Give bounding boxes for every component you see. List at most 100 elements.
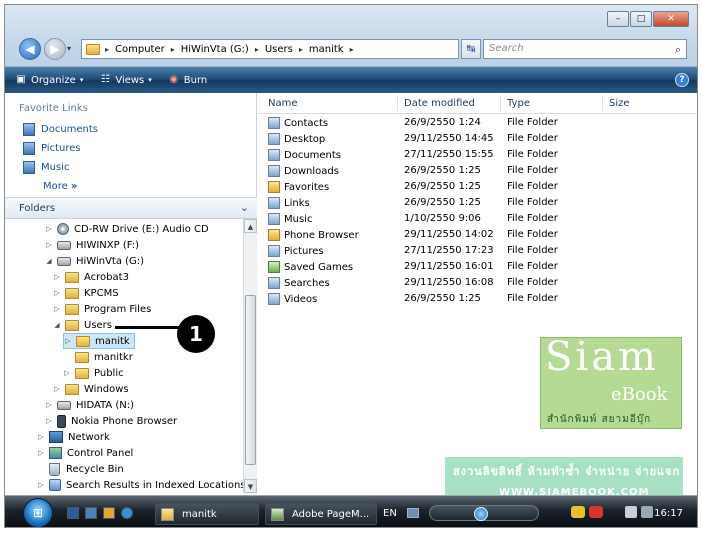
column-divider[interactable] <box>397 95 398 111</box>
tree-node-program-files[interactable]: ▷ Program Files <box>53 301 151 317</box>
favorite-documents[interactable]: Documents <box>23 123 98 136</box>
expand-icon[interactable]: ▷ <box>45 225 53 233</box>
minimize-button[interactable]: – <box>607 11 629 27</box>
scroll-thumb[interactable] <box>245 295 256 465</box>
tree-node-hiwinvta[interactable]: ◢ HiWinVta (G:) <box>45 253 144 269</box>
folder-icon <box>268 229 280 241</box>
favorite-music[interactable]: Music <box>23 161 69 174</box>
breadcrumb-computer[interactable]: Computer <box>115 44 165 55</box>
collapse-icon[interactable]: ◢ <box>53 321 61 329</box>
favorite-pictures[interactable]: Pictures <box>23 142 81 155</box>
file-row[interactable]: Phone Browser 29/11/2550 14:02 File Fold… <box>268 227 688 243</box>
videos-folder-icon <box>268 293 280 305</box>
folders-header[interactable]: Folders ⌄ <box>5 197 257 219</box>
expand-icon[interactable]: ▷ <box>53 273 61 281</box>
tree-node-acrobat3[interactable]: ▷ Acrobat3 <box>53 269 129 285</box>
file-row[interactable]: Links 26/9/2550 1:25 File Folder <box>268 195 688 211</box>
tree-node-nokia[interactable]: ▷ Nokia Phone Browser <box>45 413 177 429</box>
tree-node-network[interactable]: ▷ Network <box>37 429 110 445</box>
favorites-more-link[interactable]: More » <box>43 181 77 192</box>
expand-icon[interactable]: ▷ <box>37 449 45 457</box>
taskbar-item-explorer[interactable]: manitk <box>155 503 259 525</box>
column-type[interactable]: Type <box>507 98 530 109</box>
search-input[interactable]: Search ⌕ <box>483 39 687 59</box>
file-row[interactable]: Documents 27/11/2550 15:55 File Folder <box>268 147 688 163</box>
start-button[interactable]: ⊞ <box>23 498 53 527</box>
file-row[interactable]: Downloads 26/9/2550 1:25 File Folder <box>268 163 688 179</box>
show-desktop-icon[interactable] <box>67 507 79 519</box>
burn-button[interactable]: ◉ Burn <box>168 74 207 86</box>
file-row[interactable]: Searches 29/11/2550 16:08 File Folder <box>268 275 688 291</box>
tree-label: Users <box>84 319 113 331</box>
breadcrumb-manitk[interactable]: manitk <box>309 44 344 55</box>
address-bar[interactable]: ▸ Computer ▸ HiWinVta (G:) ▸ Users ▸ man… <box>81 39 459 59</box>
expand-icon[interactable]: ▷ <box>37 433 45 441</box>
file-row[interactable]: Contacts 26/9/2550 1:24 File Folder <box>268 115 688 131</box>
internet-explorer-icon[interactable] <box>121 507 133 519</box>
language-indicator[interactable]: EN <box>383 508 397 519</box>
breadcrumb-users[interactable]: Users <box>265 44 293 55</box>
tray-app-icon[interactable] <box>407 508 419 518</box>
scroll-up-button[interactable]: ▲ <box>244 219 257 233</box>
tree-node-manitkr[interactable]: manitkr <box>63 349 133 365</box>
scroll-down-button[interactable]: ▼ <box>244 479 257 493</box>
search-icon[interactable]: ⌕ <box>675 41 681 59</box>
file-row[interactable]: Saved Games 29/11/2550 16:01 File Folder <box>268 259 688 275</box>
maximize-button[interactable]: □ <box>630 11 652 27</box>
tree-node-windows[interactable]: ▷ Windows <box>53 381 129 397</box>
column-size[interactable]: Size <box>609 98 630 109</box>
tree-node-users[interactable]: ◢ Users <box>53 317 112 333</box>
hand-icon[interactable] <box>571 506 585 518</box>
expand-icon[interactable]: ▷ <box>45 241 53 249</box>
refresh-button[interactable]: ↹ <box>461 39 481 59</box>
expand-icon[interactable]: ▷ <box>64 337 72 345</box>
expand-icon[interactable]: ▷ <box>53 289 61 297</box>
media-player-toolbar[interactable] <box>429 505 539 521</box>
play-icon[interactable] <box>474 507 488 521</box>
tree-node-hiwinxp[interactable]: ▷ HIWINXP (F:) <box>45 237 139 253</box>
tree-node-control-panel[interactable]: ▷ Control Panel <box>37 445 133 461</box>
breadcrumb-drive[interactable]: HiWinVta (G:) <box>181 44 249 55</box>
network-tray-icon[interactable] <box>625 506 637 518</box>
file-row[interactable]: Desktop 29/11/2550 14:45 File Folder <box>268 131 688 147</box>
security-alert-icon[interactable] <box>589 506 603 518</box>
column-name[interactable]: Name <box>268 98 298 109</box>
tree-node-hidata[interactable]: ▷ HIDATA (N:) <box>45 397 134 413</box>
expand-icon[interactable]: ▷ <box>45 417 53 425</box>
expand-icon[interactable]: ▷ <box>37 481 45 489</box>
help-icon[interactable]: ? <box>675 73 689 87</box>
views-button[interactable]: ☷ Views ▾ <box>99 74 152 86</box>
media-player-icon[interactable] <box>103 507 115 519</box>
back-button[interactable]: ◀ <box>19 38 41 60</box>
column-date-modified[interactable]: Date modified <box>404 98 475 109</box>
tree-node-public[interactable]: ▷ Public <box>63 365 124 381</box>
column-divider[interactable] <box>602 95 603 111</box>
close-button[interactable]: ✕ <box>653 11 689 27</box>
system-clock[interactable]: 16:17 <box>654 508 683 519</box>
expand-icon[interactable]: ▷ <box>45 401 53 409</box>
tree-node-search-results[interactable]: ▷ Search Results in Indexed Locations <box>37 477 243 493</box>
column-divider[interactable] <box>500 95 501 111</box>
tree-node-kpcms[interactable]: ▷ KPCMS <box>53 285 119 301</box>
expand-icon[interactable]: ▷ <box>53 385 61 393</box>
file-row[interactable]: Favorites 26/9/2550 1:25 File Folder <box>268 179 688 195</box>
expand-icon[interactable]: ▷ <box>53 305 61 313</box>
file-row[interactable]: Pictures 27/11/2550 17:23 File Folder <box>268 243 688 259</box>
organize-button[interactable]: ▣ Organize ▾ <box>15 74 83 86</box>
tree-node-recycle-bin[interactable]: Recycle Bin <box>37 461 124 477</box>
expand-icon[interactable]: ▷ <box>63 369 71 377</box>
breadcrumb-dropdown[interactable]: ▸ <box>350 45 354 54</box>
tree-node-cdrw[interactable]: ▷ CD-RW Drive (E:) Audio CD <box>45 221 209 237</box>
collapse-icon[interactable]: ◢ <box>45 257 53 265</box>
taskbar-item-pagemaker[interactable]: Adobe PageM... <box>265 503 377 525</box>
file-name: Searches <box>284 277 330 289</box>
folder-tree-scrollbar[interactable]: ▲ ▼ <box>243 219 257 493</box>
burn-label: Burn <box>183 74 208 86</box>
volume-icon[interactable] <box>641 506 653 518</box>
tree-node-manitk[interactable]: ▷ manitk <box>63 333 135 349</box>
forward-button[interactable]: ▶ <box>44 38 66 60</box>
file-row[interactable]: Videos 26/9/2550 1:25 File Folder <box>268 291 688 307</box>
switch-windows-icon[interactable] <box>85 507 97 519</box>
recent-pages-dropdown[interactable]: ▾ <box>67 44 71 53</box>
file-row[interactable]: Music 1/10/2550 9:06 File Folder <box>268 211 688 227</box>
